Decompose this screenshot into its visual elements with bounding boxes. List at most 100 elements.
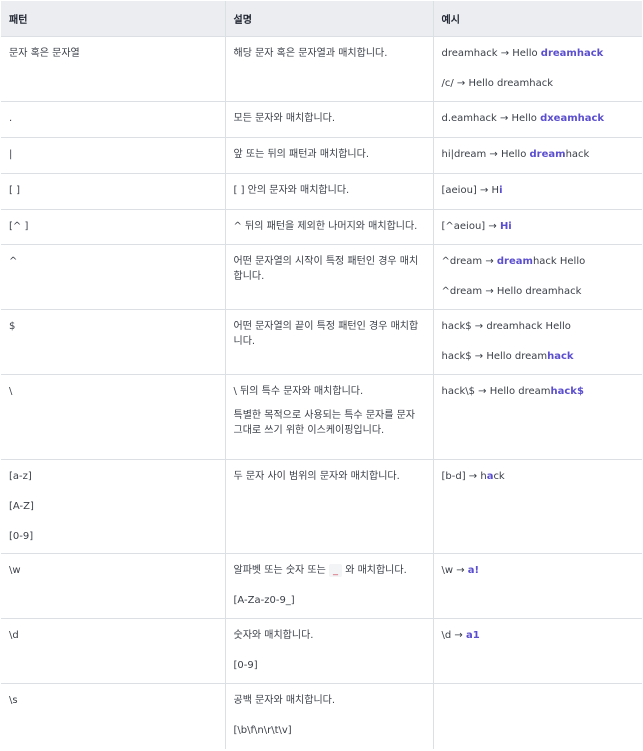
pattern-cell: \ xyxy=(1,374,225,460)
description-text: ^ 뒤의 패턴을 제외한 나머지와 매치합니다. xyxy=(233,220,418,232)
pattern-text: \w xyxy=(9,564,21,576)
table-row: [^ ] ^ 뒤의 패턴을 제외한 나머지와 매치합니다. [^aeiou] → H… xyxy=(1,209,642,245)
example-cell: hack$ → dreamhack Hello hack$ → Hello dre… xyxy=(432,309,642,375)
example-line: ^dream → dreamhack Hello xyxy=(442,254,635,269)
example-cell: d.eamhack → Hello dxeamhack xyxy=(432,101,642,138)
example-cell xyxy=(432,683,642,749)
description-text: 알파벳 또는 숫자 또는 _ 와 매치합니다. xyxy=(234,563,425,578)
description-text: 어떤 문자열의 끝이 특정 패턴인 경우 매치합니다. xyxy=(233,320,419,347)
description-text: 공백 문자와 매치합니다. xyxy=(233,694,336,706)
table-row: | 앞 또는 뒤의 패턴과 매치합니다. hi|dream → Hello drea… xyxy=(1,137,642,174)
example-cell: dreamhack → Hello dreamhack/c/ → Hello d… xyxy=(432,36,642,102)
description-cell: ^ 뒤의 패턴을 제외한 나머지와 매치합니다. xyxy=(224,209,433,245)
match-highlight: hack$ xyxy=(550,385,584,397)
description-text: [\b\f\n\r\t\v] xyxy=(233,724,292,736)
pattern-text: ^ xyxy=(9,255,18,267)
example-line: [aeiou] → Hi xyxy=(442,183,635,198)
text-run: ck xyxy=(493,470,505,482)
pattern-cell: [^ ] xyxy=(1,209,225,245)
table-row: [ ] [ ] 안의 문자와 매치합니다. [aeiou] → Hi xyxy=(1,173,642,210)
pattern-cell: [a-z] [A-Z] [0-9] xyxy=(1,459,225,554)
pattern-cell: 문자 혹은 문자열 xyxy=(1,36,225,102)
text-run: /c/ → Hello dreamhack xyxy=(441,77,554,89)
description-text: 모든 문자와 매치합니다. xyxy=(233,112,336,124)
text-run: ^dream → xyxy=(441,255,497,267)
example-cell: \w → a! xyxy=(432,553,642,619)
example-cell: [b-d] → hack xyxy=(432,459,642,554)
description-cell: 어떤 문자열의 시작이 특정 패턴인 경우 매치합니다. xyxy=(224,244,433,310)
description-text: 어떤 문자열의 시작이 특정 패턴인 경우 매치합니다. xyxy=(233,255,419,282)
description-text: 두 문자 사이 범위의 문자와 매치합니다. xyxy=(233,470,400,482)
description-text: [0-9] xyxy=(233,659,258,671)
example-line: /c/ → Hello dreamhack xyxy=(442,76,635,91)
text-run: [A-Za-z0-9_] xyxy=(233,594,295,606)
description-cell: 앞 또는 뒤의 패턴과 매치합니다. xyxy=(224,137,433,174)
description-cell: 숫자와 매치합니다. [0-9] xyxy=(224,618,433,684)
match-highlight: a! xyxy=(467,564,480,576)
pattern-cell: \w xyxy=(1,553,225,619)
table-row: . 모든 문자와 매치합니다. d.eamhack → Hello dxeamhac… xyxy=(1,101,642,138)
example-line: ^dream → Hello dreamhack xyxy=(442,284,635,299)
regex-pattern-table: 패턴 설명 예시 문자 혹은 문자열 해당 문자 혹은 문자열과 매치합니다. dr… xyxy=(1,1,642,749)
text-run: \w → xyxy=(441,564,468,576)
example-line: [^aeiou] → Hi xyxy=(442,219,635,234)
example-line: \d → a1 xyxy=(442,628,635,643)
table-row: ^ 어떤 문자열의 시작이 특정 패턴인 경우 매치합니다. ^dream → dr… xyxy=(1,244,642,310)
header-description: 설명 xyxy=(224,1,433,37)
example-cell: hi|dream → Hello dreamhack xyxy=(432,137,642,174)
pattern-text: [ ] xyxy=(9,184,20,196)
header-pattern: 패턴 xyxy=(1,1,225,37)
description-cell: 공백 문자와 매치합니다. [\b\f\n\r\t\v] xyxy=(224,683,433,749)
match-highlight: dreamhack xyxy=(540,47,604,59)
text-run: hack Hello xyxy=(532,255,586,267)
description-cell: 해당 문자 혹은 문자열과 매치합니다. xyxy=(224,36,433,102)
example-line: \w → a! xyxy=(442,563,635,578)
description-text: [A-Za-z0-9_] xyxy=(234,593,425,608)
table-header-row: 패턴 설명 예시 xyxy=(1,1,642,37)
match-highlight: dxeamhack xyxy=(540,112,605,124)
text-run: hack\$ → Hello dream xyxy=(441,385,551,397)
match-highlight: dream xyxy=(529,148,566,160)
example-cell: \d → a1 xyxy=(432,618,642,684)
pattern-cell: | xyxy=(1,137,225,174)
pattern-cell: ^ xyxy=(1,244,225,310)
pattern-cell: $ xyxy=(1,309,225,375)
table-row: \s 공백 문자와 매치합니다. [\b\f\n\r\t\v] xyxy=(1,683,642,749)
table-row: $ 어떤 문자열의 끝이 특정 패턴인 경우 매치합니다. hack$ → drea… xyxy=(1,309,642,375)
table-body: 문자 혹은 문자열 해당 문자 혹은 문자열과 매치합니다. dreamhack →… xyxy=(1,36,642,749)
match-highlight: Hi xyxy=(499,220,512,232)
description-text: \ 뒤의 특수 문자와 매치합니다. xyxy=(233,385,364,397)
pattern-text: \d xyxy=(9,629,19,641)
pattern-text: [^ ] xyxy=(9,220,29,232)
text-run: d.eamhack → Hello xyxy=(441,112,541,124)
example-line: dreamhack → Hello dreamhack xyxy=(442,46,635,61)
example-line: hi|dream → Hello dreamhack xyxy=(442,147,635,162)
pattern-text: [a-z] xyxy=(9,470,32,482)
example-cell: ^dream → dreamhack Hello ^dream → Hello d… xyxy=(432,244,642,310)
text-run: \d → xyxy=(441,629,466,641)
pattern-text: | xyxy=(9,148,13,160)
description-text: [ ] 안의 문자와 매치합니다. xyxy=(233,184,350,196)
table-row: \ \ 뒤의 특수 문자와 매치합니다. 특별한 목적으로 사용되는 특수 문자를 … xyxy=(1,374,642,460)
text-run: hack$ → dreamhack Hello xyxy=(441,320,571,332)
description-text: 특별한 목적으로 사용되는 특수 문자를 문자 그대로 쓰기 위한 이스케이핑입… xyxy=(233,409,416,436)
pattern-text: \ xyxy=(9,385,13,397)
description-cell: 알파벳 또는 숫자 또는 _ 와 매치합니다. [A-Za-z0-9_] xyxy=(224,553,433,619)
text-run: hack xyxy=(565,148,590,160)
pattern-cell: \s xyxy=(1,683,225,749)
example-cell: hack\$ → Hello dreamhack$ xyxy=(432,374,642,460)
pattern-cell: . xyxy=(1,101,225,138)
table-row: [a-z] [A-Z] [0-9] 두 문자 사이 범위의 문자와 매치합니다. [b-… xyxy=(1,459,642,554)
pattern-text: . xyxy=(9,112,13,124)
example-line: hack$ → Hello dreamhack xyxy=(442,349,635,364)
pattern-text: \s xyxy=(9,694,18,706)
example-line: d.eamhack → Hello dxeamhack xyxy=(442,111,635,126)
match-highlight: a1 xyxy=(465,629,480,641)
table-row: \d 숫자와 매치합니다. [0-9] \d → a1 xyxy=(1,618,642,684)
description-cell: [ ] 안의 문자와 매치합니다. xyxy=(224,173,433,210)
match-highlight: hack xyxy=(547,350,574,362)
description-cell: 어떤 문자열의 끝이 특정 패턴인 경우 매치합니다. xyxy=(224,309,433,375)
example-line: [b-d] → hack xyxy=(442,469,635,484)
text-run: hi|dream → Hello xyxy=(441,148,530,160)
text-run: [aeiou] → H xyxy=(441,184,500,196)
